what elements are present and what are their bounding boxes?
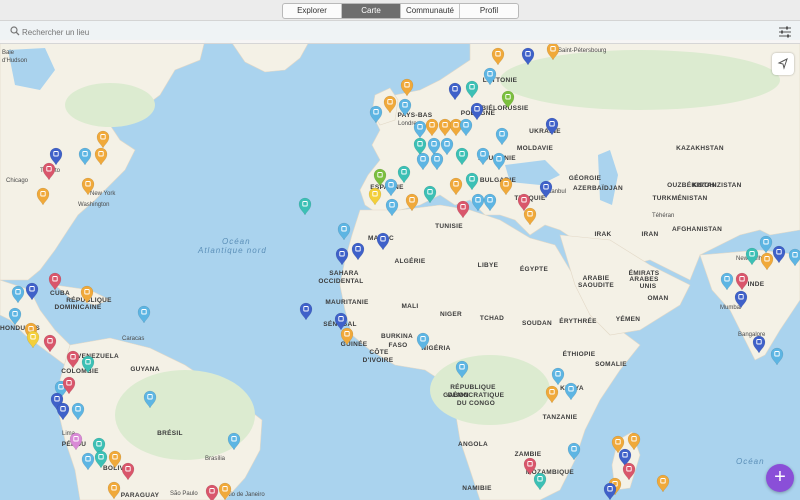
country-label: TANZANIE: [543, 414, 578, 421]
city-label: Mumbai: [720, 305, 741, 311]
country-label: GÉORGIE: [569, 173, 602, 182]
country-label: MAURITANIE: [325, 299, 369, 306]
country-label: KIRGHIZISTAN: [692, 182, 741, 189]
city-label: Téhéran: [652, 213, 674, 219]
country-label: YÉMEN: [616, 314, 641, 323]
country-label: AFGHANISTAN: [672, 226, 722, 233]
country-label: CÔTE: [369, 347, 389, 356]
city-label: Caracas: [122, 336, 144, 342]
add-place-button[interactable]: +: [766, 464, 794, 492]
country-label: ÉGYPTE: [520, 264, 549, 273]
country-label: ÉRYTHRÉE: [559, 316, 597, 325]
tab-communaute[interactable]: Communauté: [401, 4, 460, 18]
city-label: Brasília: [205, 456, 226, 462]
country-label: TUNISIE: [435, 223, 463, 230]
tab-explorer[interactable]: Explorer: [283, 4, 342, 18]
city-label: São Paulo: [170, 491, 198, 497]
country-label: IRAK: [594, 231, 611, 238]
world-map[interactable]: Océan Atlantique nord Océan LETTONIEBIÉL…: [0, 0, 800, 500]
search-bar: [0, 21, 800, 44]
country-label: BURKINA: [381, 333, 413, 340]
country-label: NIGER: [440, 311, 462, 318]
tab-control: Explorer Carte Communauté Profil: [282, 3, 519, 19]
country-label: UNIS: [640, 283, 657, 290]
country-label: LIBYE: [478, 262, 499, 269]
location-arrow-icon: [777, 58, 788, 70]
tab-profil[interactable]: Profil: [460, 4, 518, 18]
country-label: BRÉSIL: [157, 428, 183, 437]
country-label: MALI: [401, 303, 418, 310]
map-app: Océan Atlantique nord Océan LETTONIE BIÉL…: [0, 0, 800, 500]
ocean-label-1: Océan: [222, 237, 251, 246]
search-input[interactable]: [22, 25, 322, 39]
country-label: OMAN: [647, 295, 668, 302]
tab-carte[interactable]: Carte: [342, 4, 401, 18]
city-label: Saint-Pétersbourg: [558, 48, 606, 54]
city-label: Chicago: [6, 178, 29, 184]
country-label: DÉMOCRATIQUE: [448, 390, 505, 399]
country-label: DU CONGO: [457, 400, 495, 407]
city-label: Washington: [78, 202, 109, 208]
locate-button[interactable]: [772, 53, 794, 75]
country-label: ZAMBIE: [515, 451, 542, 458]
country-label: ARABIE: [583, 275, 610, 282]
top-bar: Explorer Carte Communauté Profil: [0, 0, 800, 21]
country-label: ÉTHIOPIE: [563, 349, 596, 358]
country-label: TURKMÉNISTAN: [652, 193, 707, 202]
country-label: TCHAD: [480, 315, 504, 322]
country-label: D'IVOIRE: [363, 357, 394, 364]
country-label: DOMINICAINE: [55, 304, 102, 311]
vegetation-russia: [500, 50, 780, 110]
country-label: GUYANA: [130, 366, 159, 373]
country-label: IRAN: [641, 231, 658, 238]
city-label: d'Hudson: [2, 58, 27, 64]
country-label: AZERBAÏDJAN: [573, 184, 623, 192]
country-label: ARABES: [629, 276, 659, 283]
country-label: SAOUDITE: [578, 282, 614, 289]
city-label: New York: [90, 191, 116, 197]
country-label: ALGÉRIE: [395, 256, 426, 265]
country-label: ANGOLA: [458, 441, 488, 448]
filter-sliders-icon[interactable]: [777, 24, 793, 40]
country-label: SAHARA: [329, 270, 359, 277]
country-label: COLOMBIE: [61, 368, 99, 375]
country-label: SOMALIE: [595, 361, 627, 368]
country-label: OCCIDENTAL: [318, 278, 363, 285]
city-label: Baie: [2, 50, 15, 56]
country-label: SOUDAN: [522, 320, 552, 327]
country-label: RÉPUBLIQUE: [450, 382, 496, 391]
country-label: MOLDAVIE: [517, 145, 554, 152]
country-label: CUBA: [50, 290, 70, 297]
country-label: INDE: [748, 281, 765, 288]
ocean-label-3: Océan: [736, 457, 765, 466]
search-icon: [10, 26, 20, 36]
country-label: FASO: [389, 342, 408, 349]
country-label: KAZAKHSTAN: [676, 145, 724, 152]
country-label: NAMIBIE: [462, 485, 492, 492]
city-label: Rio de Janeiro: [226, 492, 265, 498]
country-label: PARAGUAY: [121, 492, 160, 499]
vegetation-canada: [65, 83, 155, 127]
ocean-label-2: Atlantique nord: [197, 246, 267, 255]
